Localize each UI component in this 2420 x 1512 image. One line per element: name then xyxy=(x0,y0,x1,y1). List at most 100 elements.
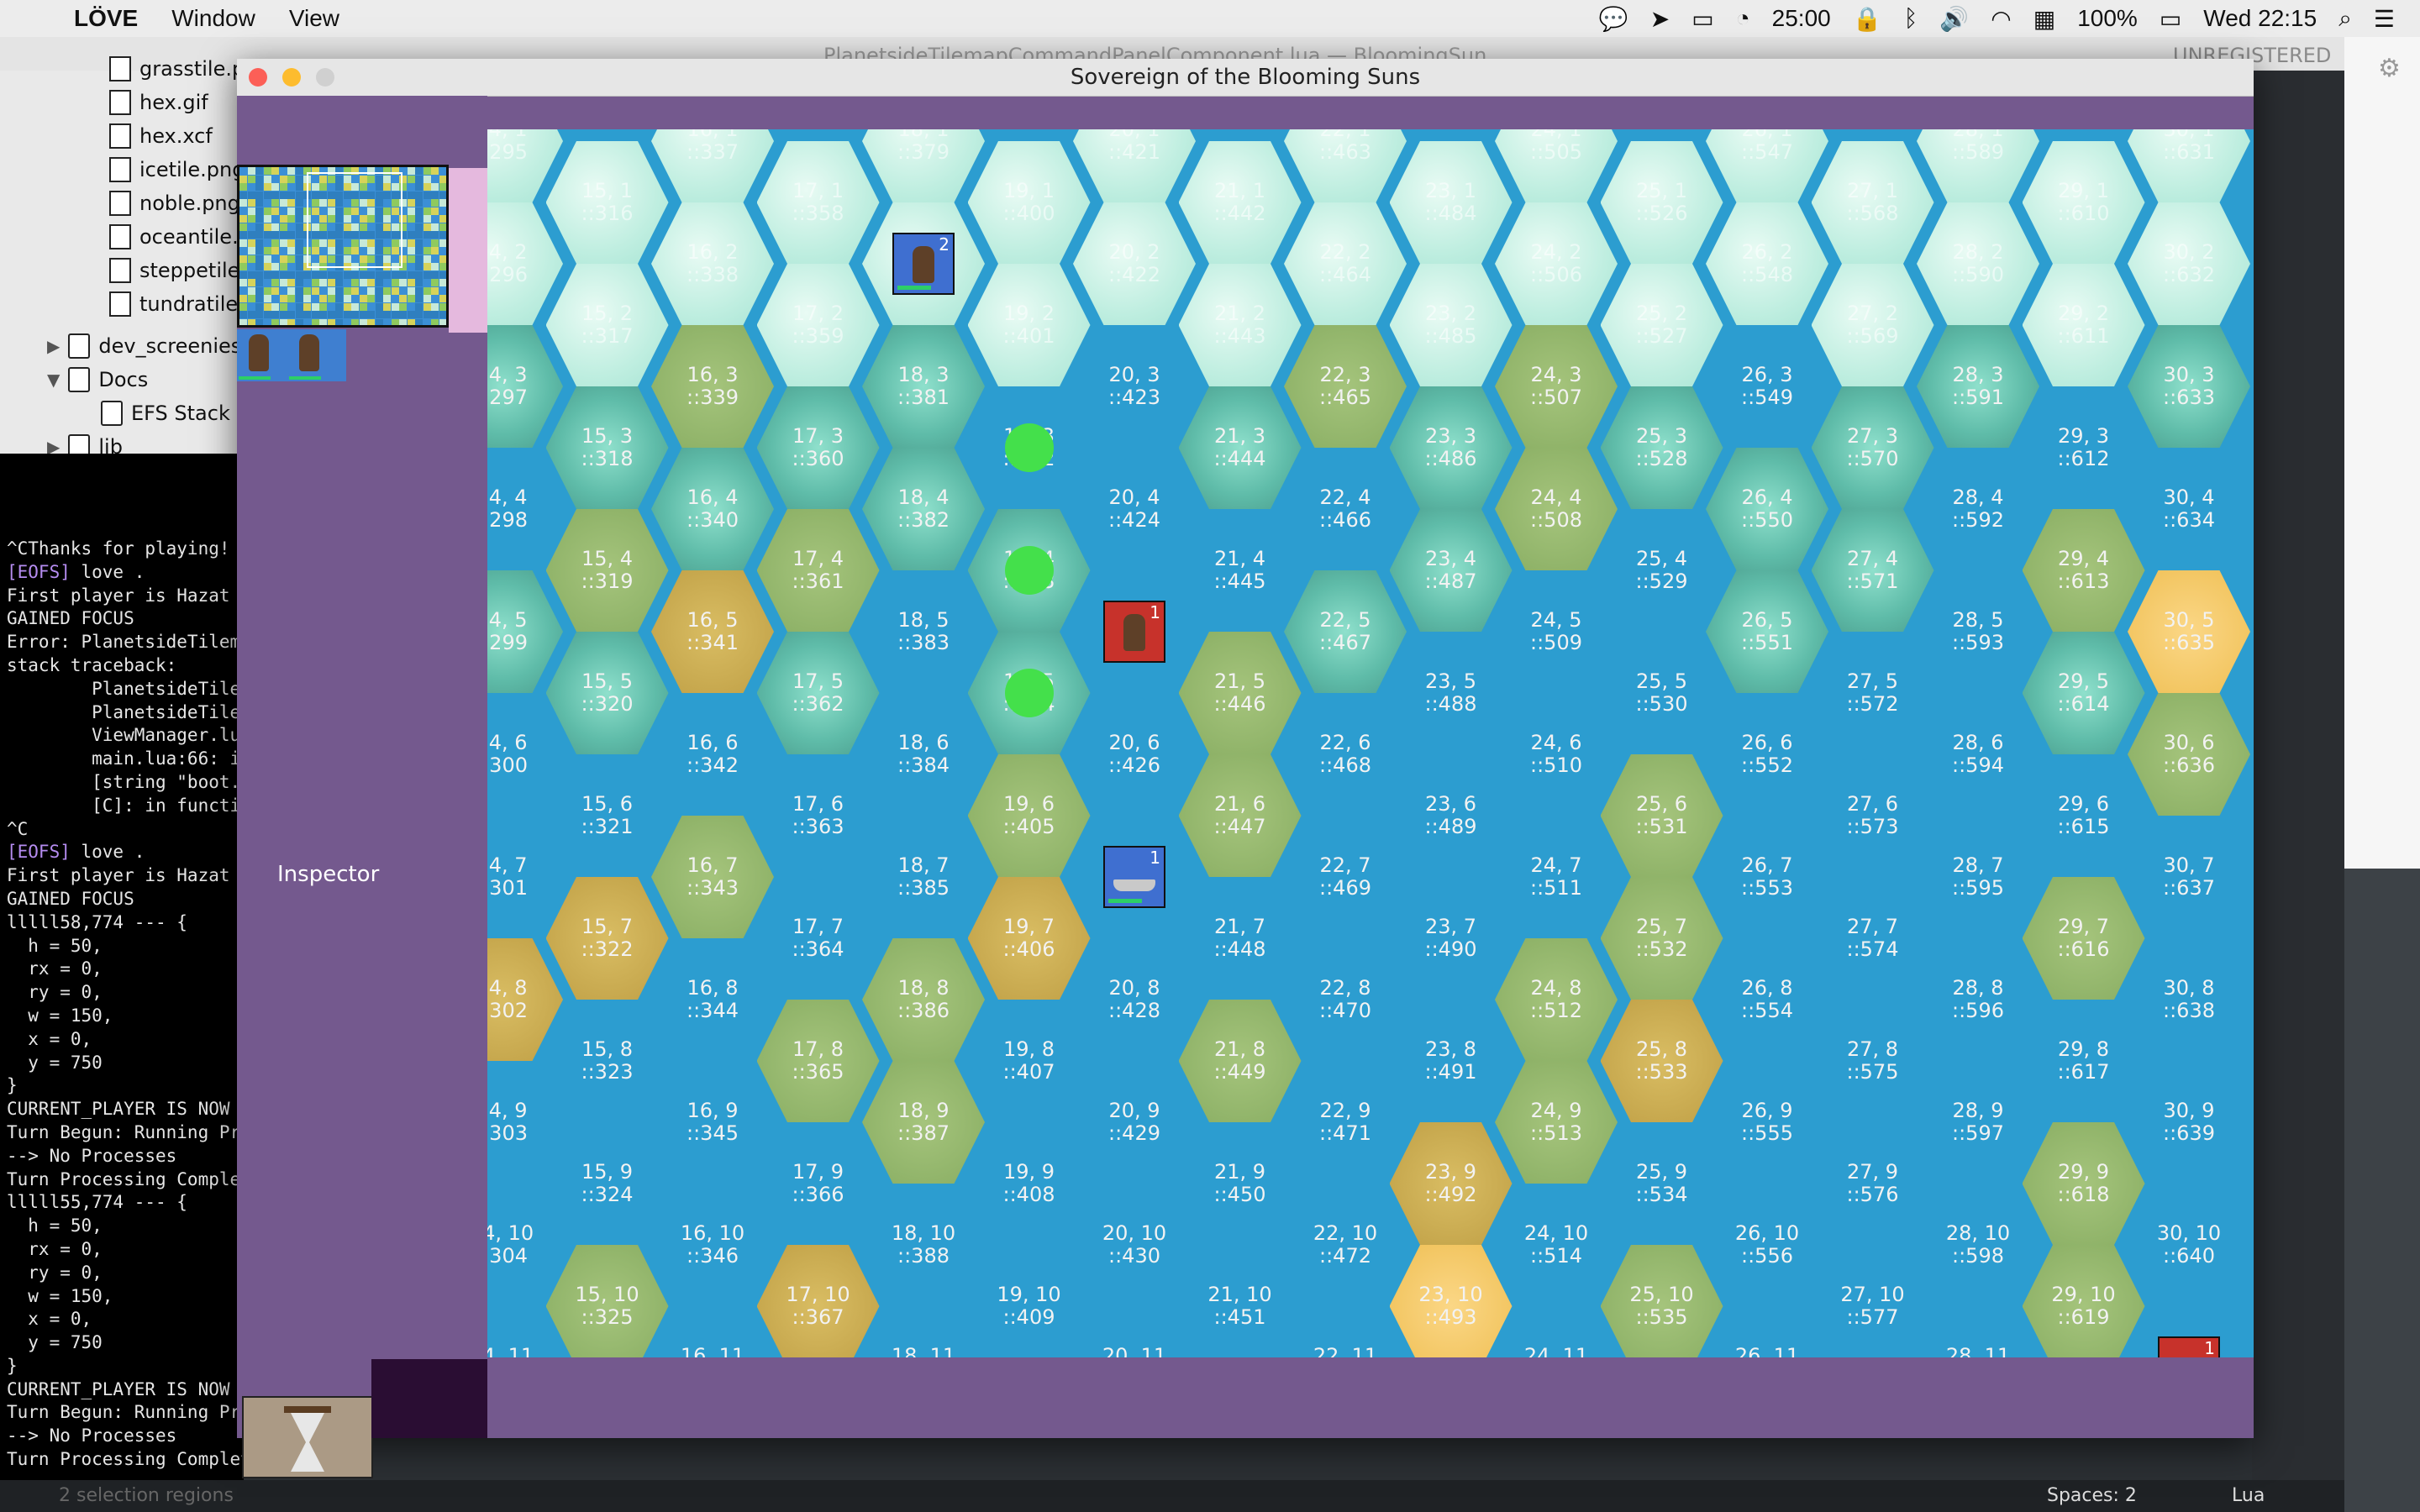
hex-map[interactable]: 14, 1::29515, 1::316 16, 1::33717, 1::358… xyxy=(487,129,2254,1357)
file-item[interactable]: tundratile. xyxy=(109,287,245,321)
file-item[interactable]: hex.xcf xyxy=(109,119,213,153)
hex-coord-label: 16, 10 xyxy=(680,1221,745,1245)
move-target-marker[interactable] xyxy=(1004,423,1054,472)
language-status[interactable]: Lua xyxy=(2232,1485,2265,1506)
hex-index-label: ::635 xyxy=(2163,631,2215,654)
ship-unit[interactable]: 1 xyxy=(1103,846,1165,908)
file-item[interactable]: noble.png xyxy=(109,186,240,220)
menu-view[interactable]: View xyxy=(289,5,339,32)
search-icon[interactable]: ⌕ xyxy=(2338,5,2352,33)
move-target-marker[interactable] xyxy=(1004,546,1054,595)
hex-coord-label: 18, 1 xyxy=(897,129,950,141)
noble-unit[interactable]: 2 xyxy=(892,233,955,295)
file-item[interactable]: icetile.png xyxy=(109,153,245,186)
end-turn-button[interactable] xyxy=(242,1396,373,1478)
volume-icon[interactable]: 🔊 xyxy=(1939,5,1969,33)
file-item[interactable]: steppetile. xyxy=(109,254,246,287)
minimap-cell xyxy=(239,295,247,302)
hex-index-label: ::592 xyxy=(1952,508,2004,532)
terminal-line: First player is Hazat xyxy=(7,865,230,886)
terminal-line: w = 150, xyxy=(7,1005,113,1026)
hex-index-label: ::316 xyxy=(581,202,634,225)
minimap[interactable] xyxy=(237,165,449,328)
hex-coord-label: 19, 8 xyxy=(1002,1037,1055,1061)
send-icon[interactable]: ➤ xyxy=(1650,5,1670,33)
ship-unit[interactable]: 1 xyxy=(2158,1336,2220,1357)
file-item[interactable]: grasstile.p xyxy=(109,52,245,86)
minimap-cell xyxy=(255,215,263,223)
hex-index-label: ::569 xyxy=(1846,324,1899,348)
minimap-cell xyxy=(295,311,303,318)
minimap-cell xyxy=(383,311,391,318)
timer-icon[interactable]: ◔ xyxy=(1736,5,1750,32)
minimap-cell xyxy=(271,215,279,223)
file-sidebar: grasstile.p hex.gif hex.xcf icetile.png nobl… xyxy=(0,56,260,459)
hex-label: 22, 9::471 xyxy=(1284,1100,1407,1145)
file-item[interactable]: oceantile. xyxy=(109,220,239,254)
disclosure-icon[interactable]: ▶ xyxy=(47,336,60,356)
gear-icon[interactable]: ⚙ xyxy=(2378,54,2401,83)
minimap-cell xyxy=(327,279,335,286)
hex-label: 21, 5::446 xyxy=(1179,670,1302,716)
hex-label: 30, 4::634 xyxy=(2128,486,2250,532)
file-label: steppetile. xyxy=(139,259,247,282)
menu-window[interactable]: Window xyxy=(171,5,255,32)
file-item[interactable]: hex.gif xyxy=(109,86,208,119)
folder-item[interactable]: EFS Stack Lo xyxy=(92,396,260,430)
list-icon[interactable]: ☰ xyxy=(2374,5,2395,33)
noble-unit[interactable]: 1 xyxy=(1103,601,1165,663)
hex-index-label: ::619 xyxy=(2057,1305,2110,1329)
hex-label: 17, 3::360 xyxy=(757,425,880,470)
clock[interactable]: Wed 22:15 xyxy=(2203,5,2317,32)
battery-percent[interactable]: 100% xyxy=(2077,5,2138,32)
terminal-line: CURRENT_PLAYER IS NOW H xyxy=(7,1099,244,1120)
hex-coord-label: 25, 10 xyxy=(1629,1283,1694,1306)
hex-label: 15, 4::319 xyxy=(546,548,669,593)
screen-icon[interactable]: ▭ xyxy=(1691,5,1713,33)
hex-label: 22, 11::473 xyxy=(1284,1345,1407,1358)
hex-label: 14, 9::303 xyxy=(487,1100,563,1145)
hex-coord-label: 18, 7 xyxy=(897,853,950,877)
lock-icon[interactable]: 🔒 xyxy=(1853,5,1882,33)
flag-icon[interactable]: ▦ xyxy=(2033,5,2055,33)
minimap-cell xyxy=(423,302,431,311)
hex-coord-label: 17, 2 xyxy=(792,302,844,325)
hex-coord-label: 14, 6 xyxy=(487,731,528,754)
hex-label: 20, 6::426 xyxy=(1073,732,1196,777)
terminal-line: w = 150, xyxy=(7,1285,113,1306)
spaces-status[interactable]: Spaces: 2 xyxy=(2047,1485,2137,1506)
minimap-viewport[interactable] xyxy=(307,172,402,268)
minimap-cell xyxy=(247,270,255,279)
hex-label: 26, 5::551 xyxy=(1706,609,1828,654)
bluetooth-icon[interactable]: ᛒ xyxy=(1904,5,1918,32)
minimap-cell xyxy=(439,183,446,191)
turn-indicator xyxy=(371,1359,487,1438)
minimap-cell xyxy=(407,302,415,311)
disclosure-icon[interactable]: ▼ xyxy=(47,370,60,390)
battery-icon[interactable]: ▭ xyxy=(2160,5,2181,33)
noble-unit-icon[interactable] xyxy=(299,334,319,371)
hex-label: 24, 5::509 xyxy=(1495,609,1618,654)
minimap-cell xyxy=(295,167,303,175)
timer-value[interactable]: 25:00 xyxy=(1772,5,1831,32)
hex-label: 22, 4::466 xyxy=(1284,486,1407,532)
hex-index-label: ::421 xyxy=(1108,140,1160,164)
menu-app-name[interactable]: LÖVE xyxy=(74,5,138,32)
minimap-cell xyxy=(415,207,423,215)
minimap-cell xyxy=(415,302,423,311)
minimap-cell xyxy=(351,286,359,295)
folder-item[interactable]: ▼ Docs xyxy=(47,363,148,396)
minimap-cell xyxy=(335,318,343,325)
terminal[interactable]: ^CThanks for playing! ([EOFS] love . Firs… xyxy=(0,454,244,1480)
unit-stack-panel[interactable] xyxy=(237,329,346,381)
wifi-icon[interactable]: ◠ xyxy=(1991,5,2011,33)
hex-index-label: ::489 xyxy=(1424,815,1477,838)
folder-item[interactable]: ▶ dev_screenies xyxy=(47,329,241,363)
move-target-marker[interactable] xyxy=(1004,669,1054,717)
messages-icon[interactable]: 💬 xyxy=(1599,5,1628,33)
hex-index-label: ::424 xyxy=(1108,508,1160,532)
hex-coord-label: 25, 9 xyxy=(1635,1160,1688,1184)
minimap-cell xyxy=(407,286,415,295)
terminal-line: Turn Begun: Running Pro xyxy=(7,1121,244,1142)
noble-unit-icon[interactable] xyxy=(249,334,269,371)
